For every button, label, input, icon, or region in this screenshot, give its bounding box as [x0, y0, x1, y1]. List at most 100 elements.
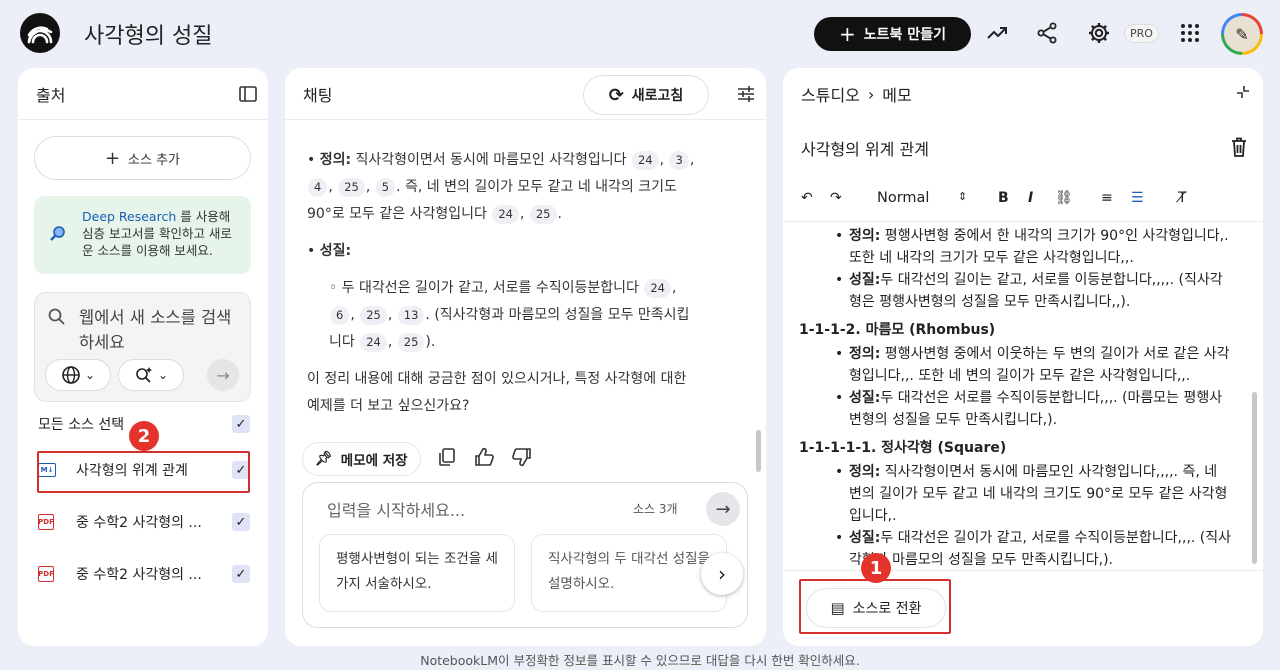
- collapse-icon[interactable]: [1235, 84, 1251, 104]
- collapse-panel-icon[interactable]: [238, 84, 258, 108]
- note-text: 두 대각선은 길이가 같고, 서로를 수직이등분합니다,,,. (직사각형과 마…: [849, 530, 1232, 568]
- clear-format-icon[interactable]: T̸: [1178, 190, 1187, 206]
- share-icon[interactable]: [1032, 18, 1062, 48]
- citation-chip[interactable]: 4: [308, 178, 328, 197]
- studio-panel: 스튜디오 › 메모 사각형의 위계 관계 ↶ ↷ Normal ⇕ B I ⛓ …: [783, 68, 1263, 646]
- list-item: 성질:두 대각선은 서로를 수직이등분합니다,,,. (마름모는 평행사변형의 …: [799, 387, 1253, 431]
- suggestion-chip[interactable]: 평행사변형이 되는 조건을 세 가지 서술하시오.: [319, 534, 515, 612]
- apps-grid-icon[interactable]: [1175, 18, 1205, 48]
- search-submit-button[interactable]: →: [207, 359, 239, 391]
- web-search-input[interactable]: 웹에서 새 소스를 검색하세요: [79, 305, 239, 355]
- breadcrumb-studio[interactable]: 스튜디오: [801, 82, 860, 106]
- source-count: 소스 3개: [633, 502, 678, 516]
- refresh-label: 새로고침: [631, 88, 684, 104]
- chat-paragraph: • 정의: 직사각형이면서 동시에 마름모인 사각형입니다 24, 3, 4, …: [307, 151, 695, 224]
- refresh-icon: ⟳: [608, 84, 624, 106]
- research-mode-dropdown[interactable]: ⌄: [118, 359, 184, 391]
- bulleted-list-icon[interactable]: ☰: [1131, 190, 1144, 206]
- pro-badge: PRO: [1124, 24, 1159, 43]
- pin-icon: 📌︎: [315, 451, 333, 467]
- prop-label: 성질:: [849, 272, 881, 288]
- citation-chip[interactable]: 13: [397, 306, 425, 325]
- chat-text: 두 대각선은 길이가 같고, 서로를 수직이등분합니다: [341, 280, 639, 296]
- analytics-icon[interactable]: [982, 18, 1012, 48]
- notebook-title[interactable]: 사각형의 성질: [84, 18, 212, 50]
- suggestion-chip[interactable]: 직사각형의 두 대각선 성질을 설명하시오.: [531, 534, 727, 612]
- source-item[interactable]: PDF 중 수학2 사각형의 ... ✓: [38, 504, 250, 540]
- list-item: 정의: 평행사변형 중에서 이웃하는 두 변의 길이가 서로 같은 사각형입니다…: [799, 343, 1253, 387]
- bold-icon[interactable]: B: [998, 190, 1009, 206]
- format-select[interactable]: Normal: [877, 190, 929, 206]
- magnifier-icon: [48, 224, 68, 248]
- chat-text: 직사각형이면서 동시에 마름모인 사각형입니다: [351, 152, 627, 168]
- user-avatar[interactable]: ✎: [1221, 13, 1263, 55]
- citation-chip[interactable]: 24: [492, 205, 519, 224]
- thumbs-up-icon[interactable]: [473, 446, 495, 472]
- citation-chip[interactable]: 24: [644, 279, 671, 298]
- editor-toolbar: ↶ ↷ Normal ⇕ B I ⛓ ≡ ☰ T̸: [783, 180, 1263, 222]
- add-source-button[interactable]: + 소스 추가: [34, 136, 251, 180]
- settings-gear-icon[interactable]: [1084, 18, 1114, 48]
- source-item[interactable]: PDF 중 수학2 사각형의 ... ✓: [38, 556, 250, 592]
- next-suggestions-button[interactable]: ›: [701, 553, 743, 595]
- source-label: 중 수학2 사각형의 ...: [76, 515, 202, 531]
- citation-chip[interactable]: 25: [360, 306, 387, 325]
- message-actions: 📌︎ 메모에 저장: [302, 442, 533, 476]
- tune-settings-icon[interactable]: [736, 84, 756, 108]
- chat-input-card: 입력을 시작하세요... 소스 3개 → 평행사변형이 되는 조건을 세 가지 …: [302, 482, 748, 628]
- copy-icon[interactable]: [437, 447, 457, 471]
- arrow-right-icon: →: [715, 498, 731, 520]
- source-checkbox[interactable]: ✓: [232, 513, 250, 531]
- citation-chip[interactable]: 25: [529, 205, 557, 224]
- undo-icon[interactable]: ↶: [801, 190, 813, 206]
- notebooklm-logo-icon[interactable]: [20, 13, 60, 53]
- redo-icon[interactable]: ↷: [830, 190, 842, 206]
- citation-chip[interactable]: 3: [669, 151, 689, 170]
- save-to-note-button[interactable]: 📌︎ 메모에 저장: [302, 442, 421, 476]
- citation-chip[interactable]: 25: [397, 333, 425, 352]
- sparkle-search-icon: [136, 367, 152, 383]
- citation-chip[interactable]: 5: [375, 178, 396, 197]
- citation-chip[interactable]: 24: [631, 151, 659, 170]
- list-item: 성질:두 대각선의 길이는 같고, 서로를 이등분합니다,,,,. (직사각형은…: [799, 269, 1253, 313]
- chat-input[interactable]: 입력을 시작하세요...: [327, 497, 465, 521]
- def-label: 정의:: [849, 228, 881, 244]
- refresh-button[interactable]: ⟳ 새로고침: [583, 75, 709, 115]
- chevron-right-icon: ›: [718, 562, 726, 586]
- avatar-image-icon: ✎: [1235, 24, 1249, 44]
- deep-research-card[interactable]: Deep Research 를 사용해 심층 보고서를 확인하고 새로운 소스를…: [34, 196, 251, 274]
- link-icon[interactable]: ⛓: [1055, 190, 1073, 206]
- note-scrollbar[interactable]: [1252, 392, 1257, 564]
- web-source-dropdown[interactable]: ⌄: [45, 359, 111, 391]
- source-label: 중 수학2 사각형의 ...: [76, 567, 202, 583]
- source-checkbox[interactable]: ✓: [232, 565, 250, 583]
- list-item: 정의: 직사각형이면서 동시에 마름모인 사각형입니다,,,,. 즉, 네 변의…: [799, 461, 1253, 527]
- prop-label: 성질:: [849, 390, 881, 406]
- note-heading: 1-1-1-1-1. 정사각형 (Square): [799, 440, 1007, 456]
- chat-title: 채팅: [303, 85, 333, 105]
- chevron-down-icon: ⌄: [157, 368, 169, 382]
- prop-label: 성질:: [849, 530, 881, 546]
- chat-paragraph: 이 정리 내용에 대해 궁금한 점이 있으시거나, 특정 사각형에 대한 예제를…: [307, 371, 687, 414]
- thumbs-down-icon[interactable]: [511, 446, 533, 472]
- check-icon: ✓: [235, 514, 247, 530]
- chat-scrollbar[interactable]: [756, 430, 761, 472]
- deep-research-link[interactable]: Deep Research: [82, 209, 176, 224]
- select-all-checkbox[interactable]: ✓: [232, 415, 250, 433]
- citation-chip[interactable]: 6: [330, 306, 350, 325]
- note-content[interactable]: 정의: 평행사변형 중에서 한 내각의 크기가 90°인 사각형입니다,. 또한…: [783, 225, 1253, 571]
- chat-panel: 채팅 ⟳ 새로고침 • 정의: 직사각형이면서 동시에 마름모인 사각형입니다 …: [285, 68, 766, 646]
- highlight-box-1: [799, 579, 951, 634]
- list-item: 정의: 평행사변형 중에서 한 내각의 크기가 90°인 사각형입니다,. 또한…: [799, 225, 1253, 269]
- citation-chip[interactable]: 25: [338, 178, 365, 197]
- plus-icon: +: [104, 147, 121, 169]
- def-label: 정의:: [849, 346, 881, 362]
- citation-chip[interactable]: 24: [360, 333, 387, 352]
- italic-icon[interactable]: I: [1028, 190, 1033, 206]
- select-all-label: 모든 소스 선택: [38, 417, 125, 433]
- send-button[interactable]: →: [706, 492, 740, 526]
- numbered-list-icon[interactable]: ≡: [1101, 190, 1113, 206]
- new-notebook-button[interactable]: + 노트북 만들기: [814, 17, 971, 51]
- trash-icon[interactable]: [1229, 136, 1249, 162]
- note-title[interactable]: 사각형의 위계 관계: [801, 136, 929, 160]
